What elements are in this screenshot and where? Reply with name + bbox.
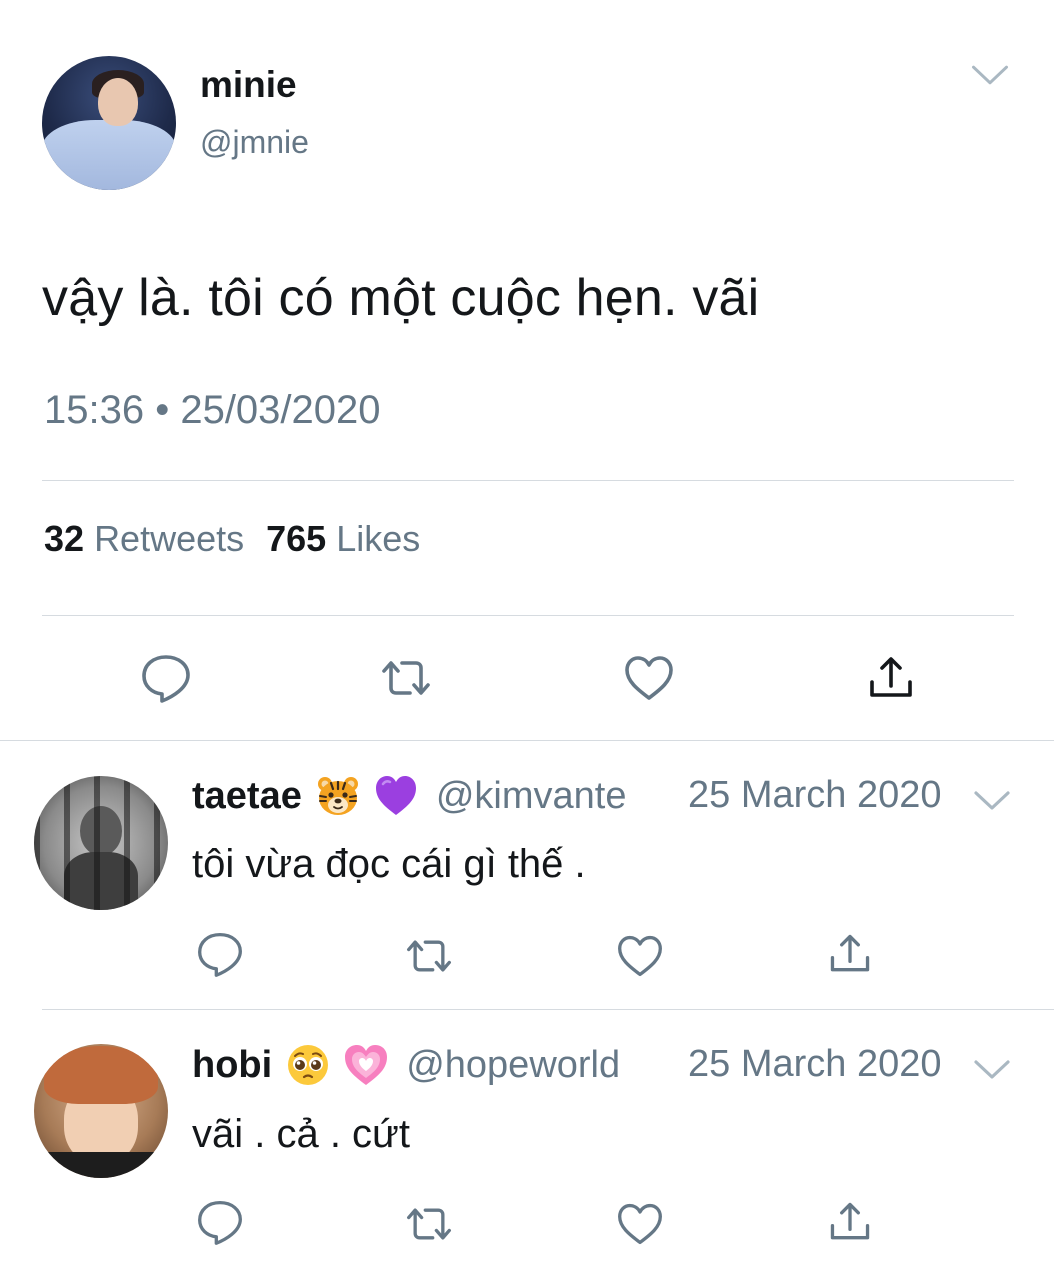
pleading-face-emoji: [286, 1043, 330, 1087]
retweet-icon[interactable]: [380, 652, 432, 704]
reply-menu-chevron-down-icon[interactable]: [972, 788, 1012, 814]
reply-date[interactable]: 25 March 2020: [688, 774, 942, 817]
retweets-count: 32: [44, 518, 85, 559]
reply-text: vãi . cả . cứt: [192, 1112, 410, 1156]
likes-count: 765: [266, 518, 327, 559]
divider: [0, 740, 1054, 741]
share-icon[interactable]: [826, 1198, 874, 1246]
growing-heart-emoji: [344, 1043, 388, 1087]
reply-date[interactable]: 25 March 2020: [688, 1043, 942, 1086]
like-icon[interactable]: [616, 1200, 664, 1248]
divider: [42, 480, 1014, 481]
tiger-face-emoji: [316, 774, 360, 818]
author-avatar[interactable]: [42, 56, 176, 190]
author-handle[interactable]: @jmnie: [200, 124, 309, 161]
likes-label: Likes: [336, 518, 421, 559]
tweet-menu-chevron-down-icon[interactable]: [970, 62, 1010, 88]
reply-header: taetae @kimvante 25 March 2020: [0, 774, 1054, 826]
likes-stat[interactable]: 765 Likes: [266, 518, 420, 559]
reply-header: hobi @hopeworld 25 March 2020: [0, 1043, 1054, 1095]
share-icon[interactable]: [865, 652, 917, 704]
author-display-name[interactable]: minie: [200, 64, 297, 106]
share-icon[interactable]: [826, 930, 874, 978]
reply-display-name[interactable]: hobi: [192, 1044, 272, 1087]
retweet-icon[interactable]: [405, 1200, 453, 1248]
retweets-label: Retweets: [94, 518, 245, 559]
divider: [42, 615, 1014, 616]
reply-icon[interactable]: [140, 652, 192, 704]
reply-handle[interactable]: @kimvante: [436, 775, 627, 818]
like-icon[interactable]: [616, 932, 664, 980]
tweet-timestamp[interactable]: 15:36 • 25/03/2020: [44, 388, 381, 433]
reply-display-name[interactable]: taetae: [192, 775, 302, 818]
reply-menu-chevron-down-icon[interactable]: [972, 1057, 1012, 1083]
divider: [42, 1009, 1054, 1010]
like-icon[interactable]: [623, 652, 675, 704]
purple-heart-emoji: [374, 774, 418, 818]
reply-text: tôi vừa đọc cái gì thế .: [192, 842, 586, 886]
reply-icon[interactable]: [196, 1198, 244, 1246]
reply-icon[interactable]: [196, 930, 244, 978]
reply-handle[interactable]: @hopeworld: [406, 1044, 620, 1087]
retweet-icon[interactable]: [405, 932, 453, 980]
retweets-stat[interactable]: 32 Retweets: [44, 518, 244, 559]
tweet-stats: 32 Retweets 765 Likes: [44, 518, 420, 560]
tweet-text: vậy là. tôi có một cuộc hẹn. vãi: [42, 269, 760, 327]
